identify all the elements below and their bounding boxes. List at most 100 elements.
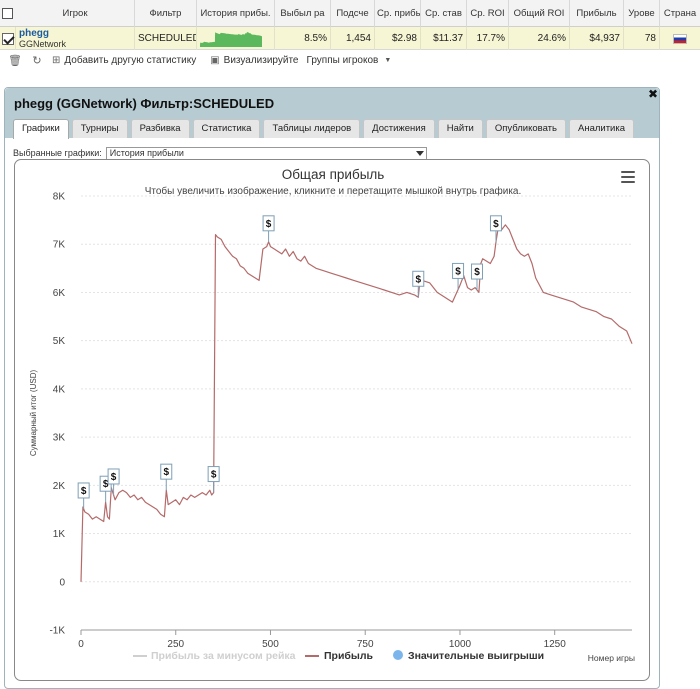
big-win-flag-label: $ [474, 267, 480, 278]
y-tick-label: 5K [53, 336, 66, 347]
select-all-cell [0, 0, 16, 27]
y-tick-label: 6K [53, 288, 66, 299]
avg-profit-cell: $2.98 [375, 27, 421, 50]
chevron-down-icon [415, 150, 424, 156]
image-icon: ▣ [210, 54, 220, 66]
big-win-flag: $ [77, 482, 90, 509]
x-tick-label: 250 [167, 639, 184, 650]
y-tick-label: 1K [53, 529, 66, 540]
y-tick-label: 8K [53, 192, 66, 203]
col-total-roi[interactable]: Общий ROI [509, 0, 570, 27]
y-tick-label: 4K [53, 384, 66, 395]
visualize-label: Визуализируйте [223, 54, 299, 66]
col-profit[interactable]: Прибыль [570, 0, 624, 27]
avg-stake-cell: $11.37 [421, 27, 467, 50]
big-win-flag-label: $ [211, 470, 217, 481]
big-win-flag-label: $ [455, 266, 461, 277]
chart-legend: Прибыль за минусом рейка Прибыль Значитель… [133, 650, 544, 662]
col-avg-profit[interactable]: Ср. прибы [375, 0, 421, 27]
big-win-flag-label: $ [111, 472, 117, 483]
y-tick-label: 0 [59, 577, 65, 588]
y-axis-label: Суммарный итог (USD) [29, 370, 38, 457]
col-count[interactable]: Подсче [331, 0, 375, 27]
add-stats-button[interactable]: ⊞ Добавить другую статистику [52, 55, 196, 66]
player-cell[interactable]: phegg GGNetwork [16, 27, 135, 50]
profit-chart[interactable]: Общая прибыль Чтобы увеличить изображение… [15, 160, 651, 682]
dialog-tabs: Графики Турниры Разбивка Статистика Табл… [13, 119, 635, 139]
total-roi-cell: 24.6% [509, 27, 570, 50]
profit-series-line [80, 224, 633, 582]
dialog-title: phegg (GGNetwork) Фильтр:SCHEDULED [14, 96, 275, 111]
graph-selector-row: Выбранные графики: История прибыли [13, 146, 427, 160]
y-tick-label: 7K [53, 240, 66, 251]
big-win-flag: $ [412, 270, 425, 298]
filter-cell: SCHEDULED [135, 27, 197, 50]
count-cell: 1,454 [331, 27, 375, 50]
col-itm[interactable]: Выбыл ра [275, 0, 331, 27]
legend-bigwin-swatch [393, 650, 403, 660]
y-tick-label: 2K [53, 481, 66, 492]
select-all-checkbox[interactable] [2, 8, 13, 19]
tab-find[interactable]: Найти [437, 119, 483, 138]
player-network: GGNetwork [19, 38, 67, 49]
profit-sparkline [200, 31, 262, 47]
big-win-flag-label: $ [266, 219, 272, 230]
col-profit-history[interactable]: История прибы. [197, 0, 275, 27]
legend-profit-label: Прибыль [324, 650, 374, 662]
dialog-header: phegg (GGNetwork) Фильтр:SCHEDULED ✖ Гра… [5, 87, 659, 139]
big-win-flag-label: $ [163, 467, 169, 478]
avg-roi-cell: 17.7% [467, 27, 509, 50]
player-name-link[interactable]: phegg [19, 28, 49, 39]
row-checkbox-cell [0, 27, 16, 50]
tab-achievements[interactable]: Достижения [363, 119, 435, 138]
table-row[interactable]: phegg GGNetwork SCHEDULED 8.5% 1,454 $2.… [0, 27, 700, 50]
y-tick-label: 3K [53, 433, 66, 444]
col-avg-stake[interactable]: Ср. став [421, 0, 467, 27]
player-groups-dropdown[interactable]: Группы игроков ▼ [307, 55, 392, 66]
chart-title: Общая прибыль [282, 167, 385, 182]
profit-cell: $4,937 [570, 27, 624, 50]
visualize-button[interactable]: ▣ Визуализируйте [210, 55, 298, 66]
col-avg-roi[interactable]: Ср. ROI [467, 0, 509, 27]
col-level[interactable]: Урове [624, 0, 660, 27]
col-player[interactable]: Игрок [16, 0, 135, 27]
chart-menu-icon[interactable] [621, 171, 635, 183]
stats-grid: Игрок Фильтр История прибы. Выбыл ра Под… [0, 0, 700, 70]
y-tick-label: -1K [49, 626, 65, 637]
big-win-flag: $ [471, 263, 484, 291]
russia-flag-icon [673, 33, 687, 44]
add-column-icon: ⊞ [52, 54, 61, 66]
profit-sparkline-cell[interactable] [197, 27, 275, 50]
tab-leaderboards[interactable]: Таблицы лидеров [263, 119, 361, 138]
chart-container[interactable]: Общая прибыль Чтобы увеличить изображение… [14, 159, 650, 681]
graph-select-value: История прибыли [109, 147, 184, 158]
player-groups-label: Группы игроков [306, 54, 379, 66]
grid-toolbar: 🗑 ↻ ⊞ Добавить другую статистику ▣ Визуа… [0, 50, 700, 70]
col-filter[interactable]: Фильтр [135, 0, 197, 27]
chevron-down-icon: ▼ [384, 56, 392, 64]
row-checkbox[interactable] [2, 32, 14, 45]
graph-select[interactable]: История прибыли [105, 146, 427, 160]
col-country[interactable]: Страна [660, 0, 700, 27]
tab-charts[interactable]: Графики [13, 119, 69, 139]
big-win-flag: $ [262, 215, 275, 242]
legend-rake-label: Прибыль за минусом рейка [151, 650, 296, 662]
player-graph-dialog: phegg (GGNetwork) Фильтр:SCHEDULED ✖ Гра… [4, 87, 660, 689]
big-win-flag-label: $ [415, 274, 421, 285]
close-icon[interactable]: ✖ [648, 87, 658, 101]
tab-tournaments[interactable]: Турниры [71, 119, 128, 138]
add-stats-label: Добавить другую статистику [64, 54, 197, 66]
x-tick-label: 1250 [544, 639, 567, 650]
x-tick-label: 0 [78, 639, 84, 650]
refresh-icon[interactable]: ↻ [30, 54, 44, 67]
x-axis-label: Номер игры [588, 653, 635, 663]
tab-publish[interactable]: Опубликовать [485, 119, 566, 138]
x-tick-label: 500 [262, 639, 279, 650]
tab-breakdown[interactable]: Разбивка [130, 119, 190, 138]
level-cell: 78 [624, 27, 660, 50]
tab-statistics[interactable]: Статистика [192, 119, 261, 138]
x-tick-label: 750 [357, 639, 374, 650]
big-win-flag-label: $ [81, 486, 87, 497]
trash-icon[interactable]: 🗑 [8, 54, 22, 67]
tab-analytics[interactable]: Аналитика [568, 119, 635, 138]
